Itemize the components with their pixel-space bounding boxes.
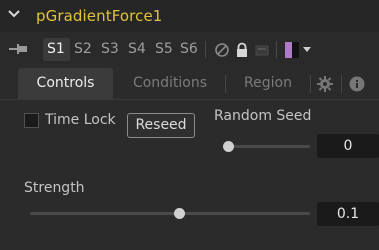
color-swatch[interactable]: [285, 42, 292, 58]
toolbar-divider: [205, 41, 206, 58]
slot-s1[interactable]: S1: [47, 34, 65, 64]
slot-s3[interactable]: S3: [101, 34, 119, 64]
lock-icon[interactable]: [233, 41, 251, 59]
tab-controls[interactable]: Controls: [18, 68, 113, 100]
random-seed-label: Random Seed: [214, 108, 312, 124]
tool-header: pGradientForce1: [0, 0, 379, 32]
tool-toolbar: S1 S2 S3 S4 S5 S6: [0, 34, 379, 64]
pin-icon[interactable]: [8, 41, 30, 57]
toolbar-divider: [276, 41, 277, 58]
info-icon[interactable]: [349, 76, 365, 92]
strength-label: Strength: [24, 180, 85, 196]
slot-s6[interactable]: S6: [180, 34, 198, 64]
tool-title: pGradientForce1: [36, 7, 163, 25]
strength-value[interactable]: 0.1: [317, 202, 379, 226]
color-swatch-dark[interactable]: [292, 42, 299, 58]
slot-s4[interactable]: S4: [128, 34, 146, 64]
strength-slider-knob[interactable]: [174, 208, 185, 219]
tab-underline: [0, 99, 379, 100]
reseed-button[interactable]: Reseed: [127, 113, 195, 138]
tab-divider: [341, 75, 342, 93]
settings-gear-icon[interactable]: [316, 75, 334, 93]
slot-s2[interactable]: S2: [74, 34, 92, 64]
dropdown-arrow-icon[interactable]: [303, 47, 311, 53]
strength-slider-track[interactable]: [30, 212, 310, 215]
tab-divider: [310, 75, 311, 93]
random-seed-slider-track[interactable]: [226, 145, 310, 148]
cache-icon[interactable]: [253, 41, 271, 59]
disable-icon[interactable]: [213, 41, 231, 59]
random-seed-value[interactable]: 0: [317, 134, 379, 158]
tab-conditions[interactable]: Conditions: [122, 68, 218, 100]
chevron-down-icon[interactable]: [8, 9, 20, 19]
random-seed-slider-knob[interactable]: [223, 141, 234, 152]
slot-s5[interactable]: S5: [155, 34, 173, 64]
tab-region[interactable]: Region: [232, 68, 304, 100]
time-lock-label: Time Lock: [45, 112, 116, 128]
tab-bar: Controls Conditions Region: [0, 68, 379, 100]
time-lock-checkbox[interactable]: [24, 113, 39, 128]
tab-divider: [225, 75, 226, 93]
